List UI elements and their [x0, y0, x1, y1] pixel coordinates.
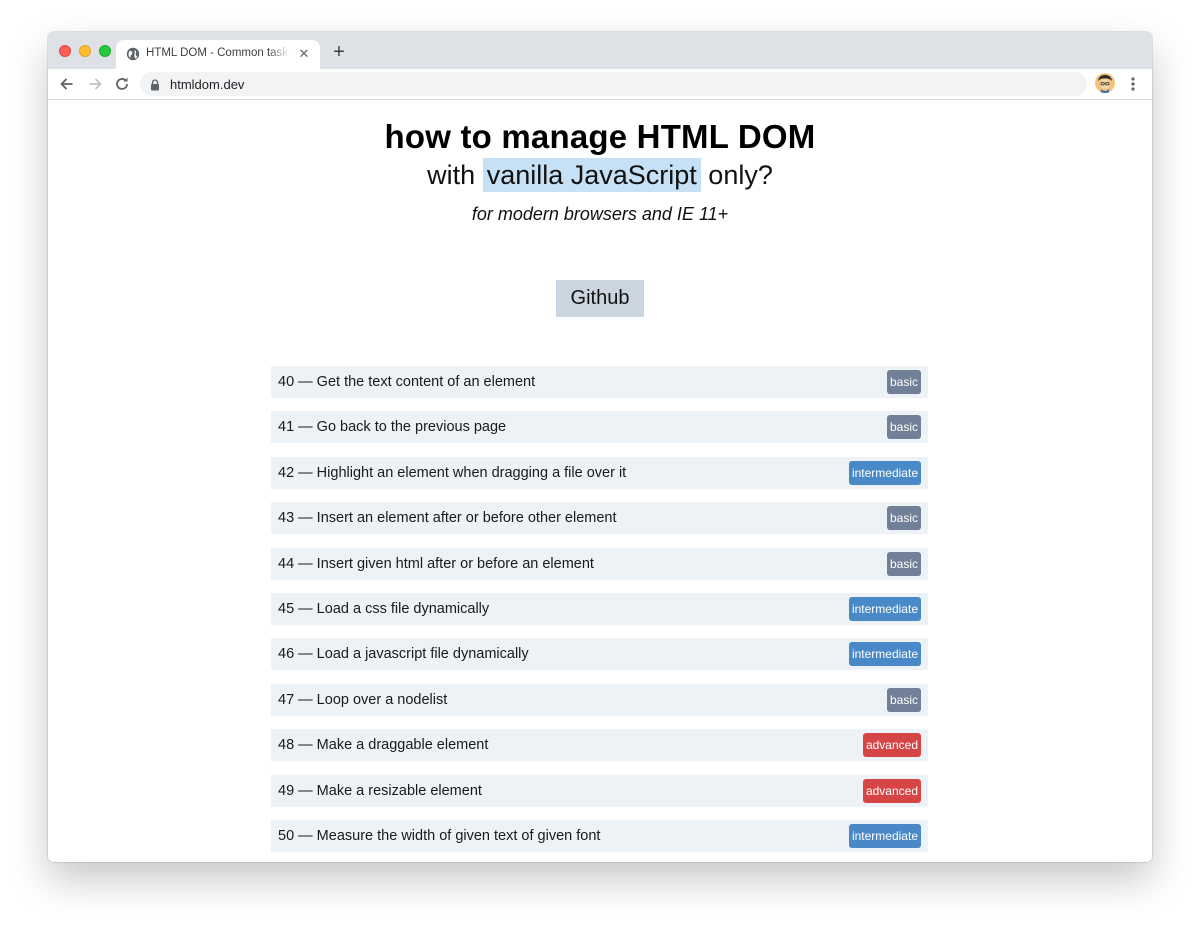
github-link-button[interactable]: Github	[556, 280, 644, 317]
tab-title: HTML DOM - Common tasks of managing HTML…	[146, 47, 290, 59]
task-row[interactable]: 46 — Load a javascript file dynamically …	[271, 638, 928, 671]
task-row[interactable]: 40 — Get the text content of an element …	[271, 366, 928, 398]
task-level-badge: advanced	[862, 733, 921, 758]
task-level-badge: basic	[886, 415, 921, 440]
task-level-badge: basic	[886, 551, 921, 576]
task-row[interactable]: 41 — Go back to the previous page basic	[271, 411, 928, 444]
task-title: 44 — Insert given html after or before a…	[278, 555, 594, 572]
task-title: 50 — Measure the width of given text of …	[278, 827, 601, 844]
url-text: htmldom.dev	[170, 77, 245, 92]
task-list: 40 — Get the text content of an element …	[271, 366, 928, 862]
task-title: 49 — Make a resizable element	[278, 782, 482, 799]
tab-close-icon[interactable]: ✕	[296, 46, 312, 62]
task-level-badge: basic	[886, 506, 921, 531]
reload-icon[interactable]	[112, 74, 132, 94]
task-level-badge: basic	[886, 687, 921, 712]
forward-arrow-icon[interactable]	[85, 74, 105, 94]
page-viewport: how to manage HTML DOM with vanilla Java…	[48, 100, 1152, 862]
task-row[interactable]: 45 — Load a css file dynamically interme…	[271, 592, 928, 625]
task-title: 48 — Make a draggable element	[278, 737, 489, 754]
task-level-badge: intermediate	[848, 642, 921, 667]
new-tab-button[interactable]: +	[329, 42, 349, 62]
task-row[interactable]: 43 — Insert an element after or before o…	[271, 502, 928, 535]
maximize-window-button[interactable]	[99, 45, 111, 57]
task-title: 42 — Highlight an element when dragging …	[278, 464, 627, 481]
address-bar[interactable]: htmldom.dev	[140, 72, 1087, 96]
task-level-badge: intermediate	[848, 596, 921, 621]
close-window-button[interactable]	[59, 45, 71, 57]
task-level-badge: intermediate	[848, 460, 921, 485]
back-arrow-icon[interactable]	[57, 74, 77, 94]
task-row[interactable]: 50 — Measure the width of given text of …	[271, 819, 928, 852]
browser-window: HTML DOM - Common tasks of managing HTML…	[48, 32, 1152, 862]
browser-tab-active[interactable]: HTML DOM - Common tasks of managing HTML…	[116, 40, 320, 69]
task-title: 47 — Loop over a nodelist	[278, 691, 448, 708]
kebab-menu-icon[interactable]	[1125, 74, 1141, 94]
task-row[interactable]: 42 — Highlight an element when dragging …	[271, 456, 928, 489]
tab-strip: HTML DOM - Common tasks of managing HTML…	[48, 32, 1152, 69]
page-tagline: for modern browsers and IE 11+	[471, 204, 729, 224]
task-level-badge: intermediate	[848, 823, 921, 848]
task-title: 43 — Insert an element after or before o…	[278, 510, 617, 527]
browser-toolbar: htmldom.dev	[48, 69, 1152, 100]
screenshot-stage: HTML DOM - Common tasks of managing HTML…	[0, 0, 1200, 926]
page-subtitle: with vanilla JavaScript only?	[48, 158, 1152, 192]
task-title: 40 — Get the text content of an element	[278, 374, 536, 390]
task-title: 45 — Load a css file dynamically	[278, 600, 490, 617]
task-row[interactable]: 48 — Make a draggable element advanced	[271, 729, 928, 762]
profile-avatar[interactable]	[1095, 73, 1115, 93]
task-row[interactable]: 44 — Insert given html after or before a…	[271, 547, 928, 580]
globe-icon	[126, 47, 140, 61]
subtitle-prefix: with	[427, 160, 476, 190]
task-level-badge: advanced	[862, 778, 921, 803]
lock-icon	[150, 78, 160, 91]
minimize-window-button[interactable]	[79, 45, 91, 57]
subtitle-highlight: vanilla JavaScript	[482, 158, 701, 192]
task-level-badge: basic	[886, 370, 921, 394]
task-row[interactable]: 47 — Loop over a nodelist basic	[271, 683, 928, 716]
task-row[interactable]: 49 — Make a resizable element advanced	[271, 774, 928, 807]
subtitle-suffix: only?	[708, 160, 773, 190]
task-title: 41 — Go back to the previous page	[278, 419, 507, 436]
task-title: 46 — Load a javascript file dynamically	[278, 646, 529, 663]
page-title: how to manage HTML DOM	[384, 118, 816, 155]
